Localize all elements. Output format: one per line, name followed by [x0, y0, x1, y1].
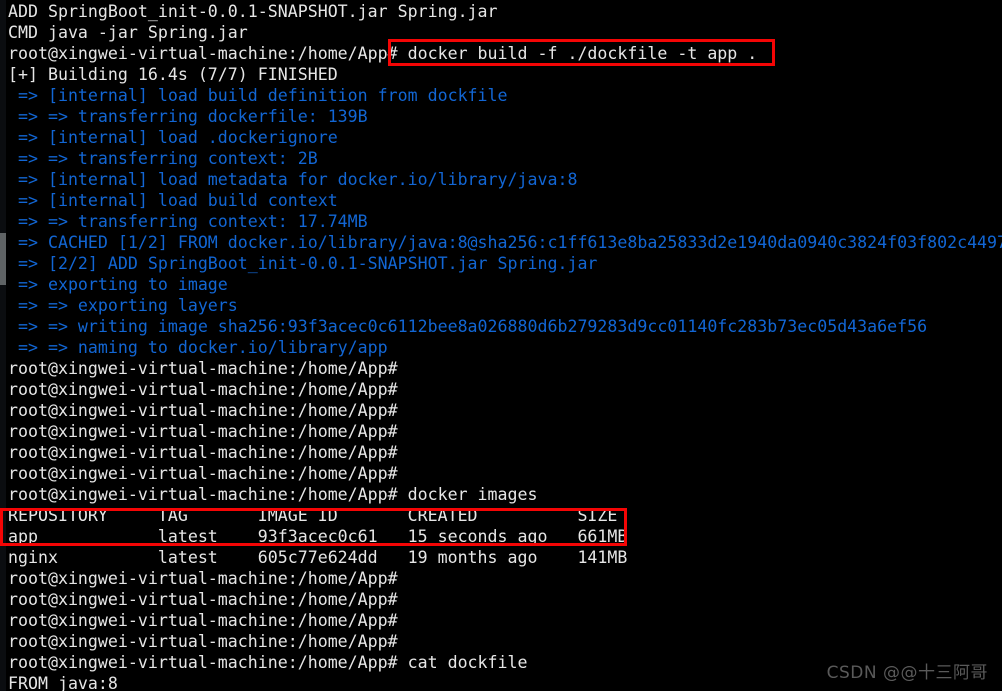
terminal-line: root@xingwei-virtual-machine:/home/App# … — [8, 485, 538, 504]
terminal-line: root@xingwei-virtual-machine:/home/App# — [8, 632, 398, 651]
terminal-line: root@xingwei-virtual-machine:/home/App# — [8, 464, 398, 483]
terminal-line: => exporting to image — [8, 275, 228, 294]
terminal-line: => => transferring context: 2B — [8, 149, 318, 168]
terminal-line: => => exporting layers — [8, 296, 238, 315]
terminal-line: => CACHED [1/2] FROM docker.io/library/j… — [8, 233, 1002, 252]
terminal-line: => [internal] load metadata for docker.i… — [8, 170, 578, 189]
terminal-line: root@xingwei-virtual-machine:/home/App# … — [8, 44, 758, 63]
terminal-line: => [internal] load build definition from… — [8, 86, 508, 105]
terminal-line: ADD SpringBoot_init-0.0.1-SNAPSHOT.jar S… — [8, 2, 498, 21]
terminal-output: ADD SpringBoot_init-0.0.1-SNAPSHOT.jar S… — [0, 0, 1002, 691]
terminal-line: => => transferring context: 17.74MB — [8, 212, 368, 231]
terminal-line: => [internal] load build context — [8, 191, 338, 210]
terminal-line: root@xingwei-virtual-machine:/home/App# — [8, 401, 398, 420]
terminal-line: app latest 93f3acec0c61 15 seconds ago 6… — [8, 527, 628, 546]
csdn-watermark: CSDN @@十三阿哥 — [826, 663, 988, 683]
terminal-line: root@xingwei-virtual-machine:/home/App# — [8, 359, 398, 378]
terminal-line: => [internal] load .dockerignore — [8, 128, 338, 147]
terminal-line: REPOSITORY TAG IMAGE ID CREATED SIZE — [8, 506, 618, 525]
terminal-line: root@xingwei-virtual-machine:/home/App# — [8, 422, 398, 441]
terminal-line: => [2/2] ADD SpringBoot_init-0.0.1-SNAPS… — [8, 254, 598, 273]
terminal-line: root@xingwei-virtual-machine:/home/App# — [8, 590, 398, 609]
terminal-line: root@xingwei-virtual-machine:/home/App# — [8, 443, 398, 462]
terminal-line: CMD java -jar Spring.jar — [8, 23, 248, 42]
terminal-line: root@xingwei-virtual-machine:/home/App# — [8, 611, 398, 630]
terminal-line: root@xingwei-virtual-machine:/home/App# — [8, 569, 398, 588]
terminal-line: => => naming to docker.io/library/app — [8, 338, 388, 357]
terminal-line: => => transferring dockerfile: 139B — [8, 107, 368, 126]
terminal-line: => => writing image sha256:93f3acec0c611… — [8, 317, 928, 336]
terminal-window[interactable]: ADD SpringBoot_init-0.0.1-SNAPSHOT.jar S… — [0, 0, 1002, 691]
terminal-line: [+] Building 16.4s (7/7) FINISHED — [8, 65, 338, 84]
terminal-line: nginx latest 605c77e624dd 19 months ago … — [8, 548, 628, 567]
terminal-line: root@xingwei-virtual-machine:/home/App# — [8, 380, 398, 399]
